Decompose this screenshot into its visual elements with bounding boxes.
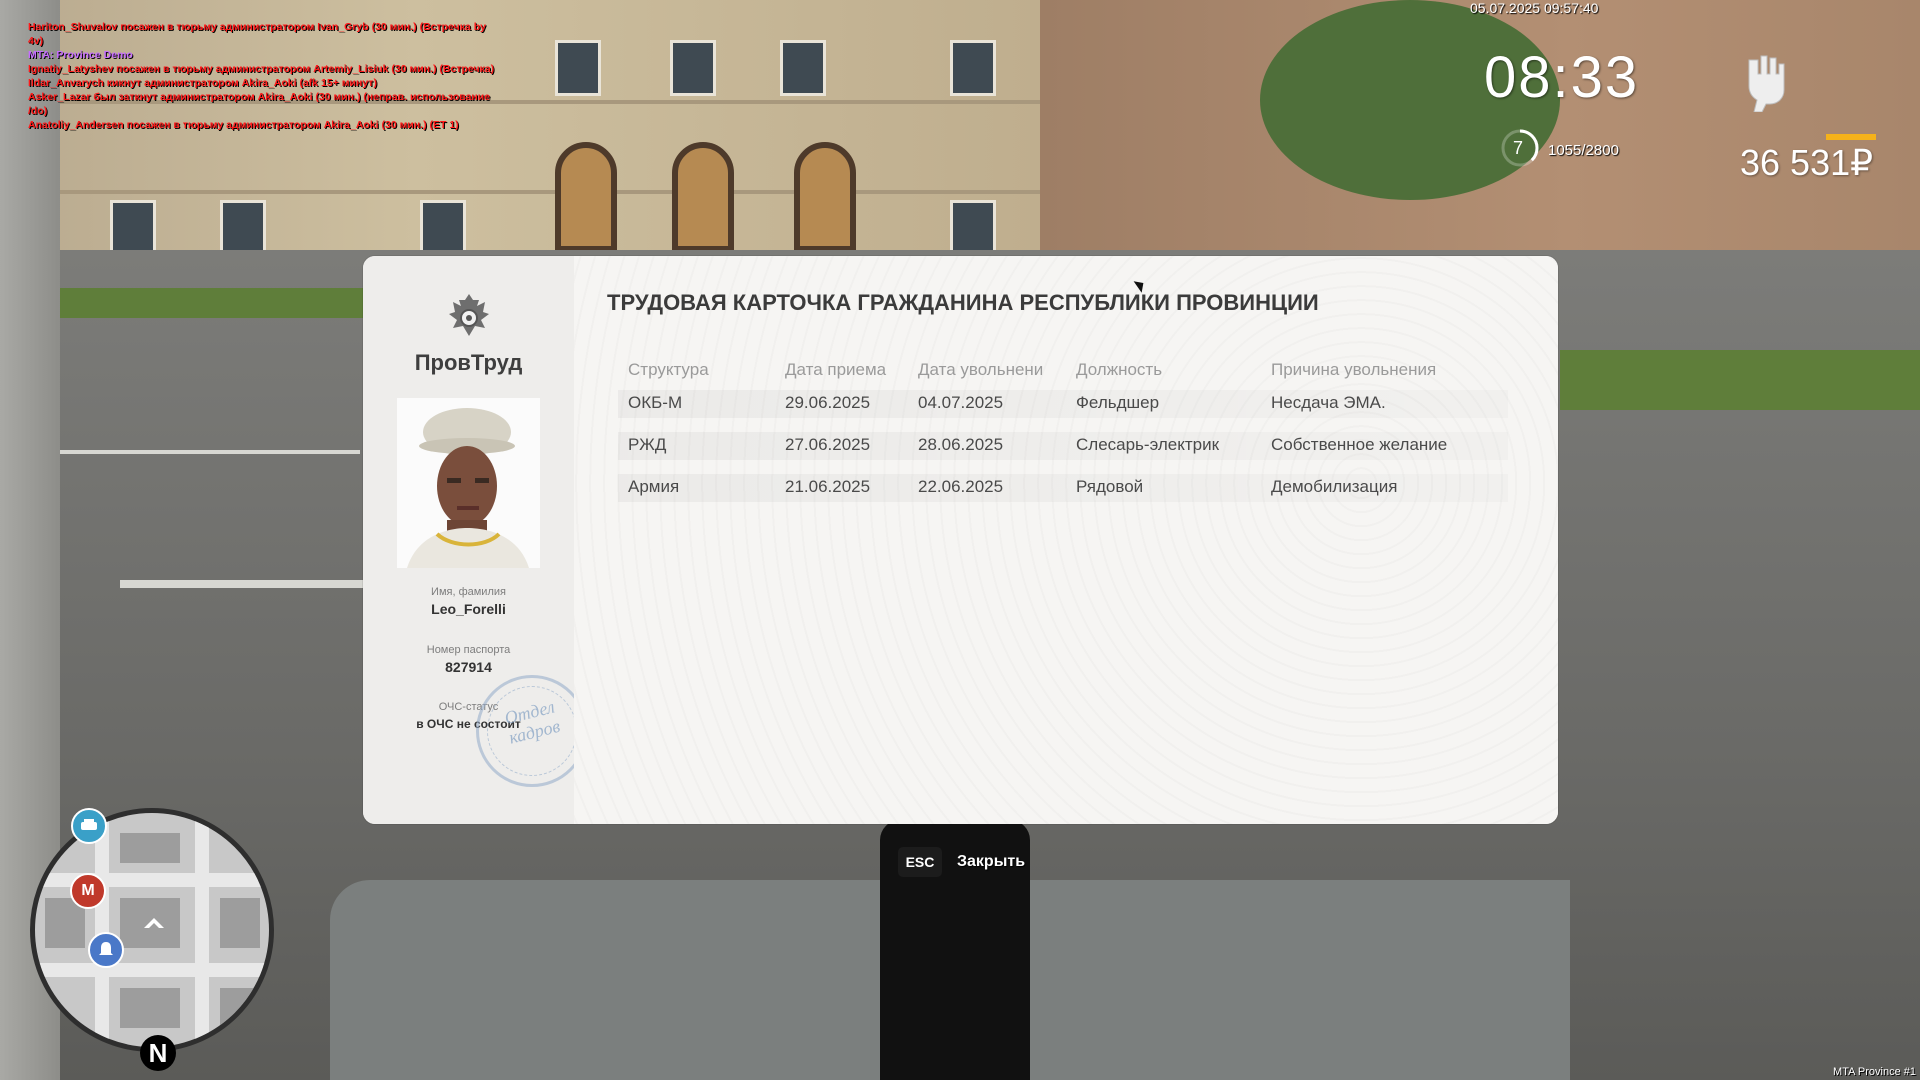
- chat-line: MTA: Province Demo: [28, 49, 133, 61]
- table-cell: Армия: [628, 477, 680, 496]
- esc-key-hint[interactable]: ESC: [898, 847, 942, 877]
- table-cell: Фельдшер: [1076, 393, 1160, 412]
- table-cell: 29.06.2025: [785, 393, 871, 412]
- table-cell: ОКБ-М: [628, 393, 683, 412]
- table-cell: 28.06.2025: [918, 435, 1004, 454]
- chat-line: Hariton_Shuvalov посажен в тюрьму админи…: [28, 21, 486, 47]
- chat-line: Ildar_Anvarych кикнут администратором Ak…: [28, 77, 377, 89]
- table-row: ОКБ-М 29.06.2025 04.07.2025 Фельдшер Нес…: [618, 390, 1508, 418]
- table-cell: 27.06.2025: [785, 435, 871, 454]
- column-header: Должность: [1076, 360, 1163, 379]
- table-cell: РЖД: [628, 435, 667, 454]
- money-balance: 36 531₽: [1740, 142, 1874, 183]
- table-cell: Собственное желание: [1271, 435, 1448, 454]
- coat-of-arms-icon: [449, 294, 489, 336]
- lane-marking: [60, 450, 360, 454]
- xp-counter: 1055/2800: [1548, 142, 1619, 159]
- citizen-photo: [397, 398, 540, 568]
- money-accent-bar: [1826, 134, 1876, 140]
- hud-datetime: 05.07.2025 09:57:40: [1470, 0, 1599, 16]
- chat-line: Anatoliy_Andersen посажен в тюрьму админ…: [28, 119, 459, 131]
- column-header: Структура: [628, 360, 709, 379]
- hud-clock: 08:33: [1484, 45, 1640, 110]
- column-header: Причина увольнения: [1271, 360, 1437, 379]
- chat-line: Ignatiy_Latyshev посажен в тюрьму админи…: [28, 63, 495, 75]
- player-arrow-icon: [144, 918, 164, 928]
- chat-line: Asker_Lazar был заткнут администратором …: [28, 91, 491, 117]
- passport-label: Номер паспорта: [426, 644, 511, 656]
- grass-strip: [1560, 350, 1920, 410]
- brand-name: ПровТруд: [414, 350, 523, 375]
- table-cell: 04.07.2025: [918, 393, 1004, 412]
- taxi-icon: [71, 808, 107, 844]
- name-label: Имя, фамилия: [431, 586, 506, 598]
- table-cell: Слесарь-электрик: [1076, 435, 1220, 454]
- fist-icon: [1748, 55, 1785, 112]
- column-header: Дата приема: [785, 360, 887, 379]
- card-records-panel: [574, 256, 1558, 824]
- lane-marking: [120, 580, 370, 588]
- close-button[interactable]: Закрыть: [957, 853, 1025, 871]
- grass-strip: [40, 288, 370, 318]
- metro-icon: M: [70, 873, 106, 909]
- level-number: 7: [1512, 138, 1523, 158]
- passport-value: 827914: [445, 659, 492, 675]
- bell-icon: [88, 932, 124, 968]
- table-cell: 22.06.2025: [918, 477, 1004, 496]
- table-cell: Рядовой: [1076, 477, 1144, 496]
- chat-log: Hariton_Shuvalov посажен в тюрьму админи…: [28, 20, 498, 132]
- table-row: РЖД 27.06.2025 28.06.2025 Слесарь-электр…: [618, 432, 1508, 460]
- card-profile-panel: ПровТруд Имя, фамилия Leo_Forelli Номер …: [363, 256, 588, 824]
- table-row: Армия 21.06.2025 22.06.2025 Рядовой Демо…: [618, 474, 1508, 502]
- server-name: MTA Province #1: [1833, 1066, 1916, 1078]
- work-card-modal: ПровТруд Имя, фамилия Leo_Forelli Номер …: [363, 256, 1558, 824]
- table-cell: Демобилизация: [1271, 477, 1398, 496]
- north-indicator: N: [140, 1035, 176, 1071]
- column-header: Дата увольнени: [918, 360, 1044, 379]
- table-cell: Несдача ЭМА.: [1271, 393, 1386, 412]
- hr-stamp: Отдел кадров: [476, 675, 588, 787]
- name-value: Leo_Forelli: [431, 601, 506, 617]
- table-cell: 21.06.2025: [785, 477, 871, 496]
- card-title: ТРУДОВАЯ КАРТОЧКА ГРАЖДАНИНА РЕСПУБЛИКИ …: [607, 290, 1319, 315]
